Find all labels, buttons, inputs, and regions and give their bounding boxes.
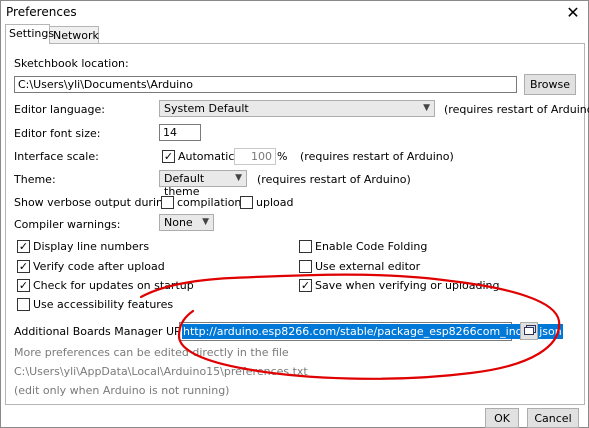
compiler-warnings-value: None: [164, 216, 193, 229]
accessibility-checkbox[interactable]: [17, 298, 30, 311]
check-updates-label: Check for updates on startup: [33, 279, 194, 292]
boards-url-label: Additional Boards Manager URLs:: [14, 325, 198, 338]
ok-button[interactable]: OK: [485, 408, 519, 428]
display-line-numbers-label: Display line numbers: [33, 240, 150, 253]
checkmark-icon: ✓: [18, 279, 29, 292]
settings-panel: Sketchbook location: C:\Users\yli\Docume…: [5, 43, 589, 405]
interface-scale-input[interactable]: 100: [234, 148, 276, 165]
checkmark-icon: ✓: [300, 279, 311, 292]
title-bar: Preferences ✕: [1, 1, 588, 23]
window-title: Preferences: [6, 5, 77, 19]
external-editor-checkbox[interactable]: [299, 260, 312, 273]
close-icon[interactable]: ✕: [558, 1, 588, 23]
font-size-label: Editor font size:: [14, 127, 101, 140]
prefs-path-text: C:\Users\yli\AppData\Local\Arduino15\pre…: [14, 365, 308, 378]
automatic-checkbox[interactable]: ✓: [162, 150, 175, 163]
external-editor-label: Use external editor: [315, 260, 421, 273]
boards-url-input[interactable]: http://arduino.esp8266.com/stable/packag…: [179, 322, 563, 341]
chevron-down-icon: ▼: [235, 173, 242, 183]
edit-note-text: (edit only when Arduino is not running): [14, 384, 230, 397]
checkmark-icon: ✓: [163, 150, 174, 163]
tab-settings[interactable]: Settings: [5, 24, 54, 44]
chevron-down-icon: ▼: [202, 217, 209, 227]
chevron-down-icon: ▼: [423, 103, 430, 113]
upload-checkbox[interactable]: [240, 196, 253, 209]
editor-language-note: (requires restart of Arduino): [444, 103, 589, 116]
verify-after-upload-label: Verify code after upload: [33, 260, 165, 273]
theme-label: Theme:: [14, 173, 56, 186]
verbose-label: Show verbose output during:: [14, 196, 174, 209]
code-folding-checkbox[interactable]: [299, 240, 312, 253]
interface-scale-label: Interface scale:: [14, 150, 99, 163]
browse-button[interactable]: Browse: [524, 74, 576, 95]
font-size-input[interactable]: 14: [159, 124, 201, 141]
interface-scale-unit: %: [277, 150, 288, 163]
checkmark-icon: ✓: [18, 260, 29, 273]
preferences-window: Preferences ✕ Settings Network Sketchboo…: [0, 0, 589, 428]
theme-value: Default theme: [164, 172, 205, 198]
theme-select[interactable]: Default theme ▼: [159, 170, 247, 198]
sketchbook-label: Sketchbook location:: [14, 57, 129, 70]
compiler-warnings-select[interactable]: None ▼: [159, 214, 214, 231]
boards-url-value: http://arduino.esp8266.com/stable/packag…: [182, 324, 563, 339]
save-on-verify-label: Save when verifying or uploading: [315, 279, 500, 292]
check-updates-checkbox[interactable]: ✓: [17, 279, 30, 292]
compilation-checkbox[interactable]: [161, 196, 174, 209]
code-folding-label: Enable Code Folding: [315, 240, 428, 253]
tab-network[interactable]: Network: [50, 26, 99, 43]
verify-after-upload-checkbox[interactable]: ✓: [17, 260, 30, 273]
automatic-label: Automatic: [178, 150, 235, 163]
interface-scale-note: (requires restart of Arduino): [300, 150, 454, 163]
sketchbook-location-input[interactable]: C:\Users\yli\Documents\Arduino: [14, 76, 517, 93]
edit-urls-window-icon[interactable]: [520, 322, 538, 340]
editor-language-label: Editor language:: [14, 103, 105, 116]
display-line-numbers-checkbox[interactable]: ✓: [17, 240, 30, 253]
compilation-label: compilation: [177, 196, 242, 209]
checkmark-icon: ✓: [18, 240, 29, 253]
theme-note: (requires restart of Arduino): [257, 173, 411, 186]
editor-language-select[interactable]: System Default ▼: [159, 100, 435, 117]
accessibility-label: Use accessibility features: [33, 298, 174, 311]
editor-language-value: System Default: [164, 102, 249, 115]
cancel-button[interactable]: Cancel: [527, 408, 579, 428]
upload-label: upload: [256, 196, 294, 209]
more-prefs-text: More preferences can be edited directly …: [14, 346, 289, 359]
compiler-warnings-label: Compiler warnings:: [14, 218, 121, 231]
save-on-verify-checkbox[interactable]: ✓: [299, 279, 312, 292]
